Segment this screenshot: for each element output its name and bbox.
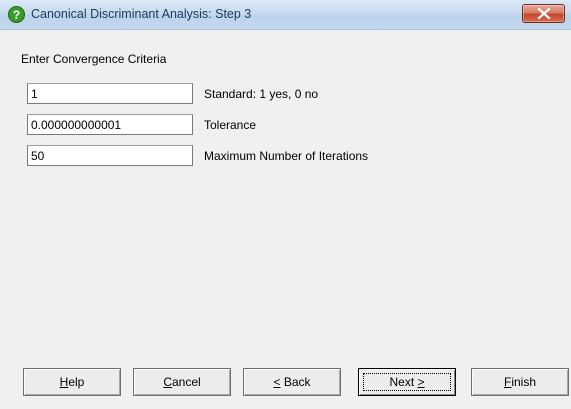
cancel-button-label: ancel [171,375,201,389]
window-title: Canonical Discriminant Analysis: Step 3 [31,7,252,21]
max-iterations-input[interactable] [27,145,193,166]
back-button[interactable]: < Back [243,368,341,396]
section-heading: Enter Convergence Criteria [21,52,167,66]
cancel-button-mnemonic: C [163,375,172,389]
tolerance-input[interactable] [27,114,193,135]
help-button-label: elp [68,375,85,389]
back-button-label: Back [280,375,311,389]
title-bar[interactable]: ? Canonical Discriminant Analysis: Step … [0,0,571,30]
focus-rectangle [363,373,451,391]
next-button[interactable]: Next > [358,368,456,396]
standard-label: Standard: 1 yes, 0 no [204,87,319,101]
finish-button[interactable]: Finish [471,368,569,396]
cancel-button[interactable]: Cancel [133,368,231,396]
tolerance-label: Tolerance [204,118,257,132]
close-icon [537,8,551,19]
finish-button-label: inish [511,375,537,389]
max-iterations-label: Maximum Number of Iterations [204,149,369,163]
help-icon: ? [8,6,25,23]
help-button[interactable]: Help [23,368,121,396]
dialog-window: ? Canonical Discriminant Analysis: Step … [0,0,571,409]
back-button-mnemonic: < [273,375,281,389]
standard-input[interactable] [27,83,193,104]
svg-text:?: ? [13,8,20,22]
close-button[interactable] [522,4,565,23]
